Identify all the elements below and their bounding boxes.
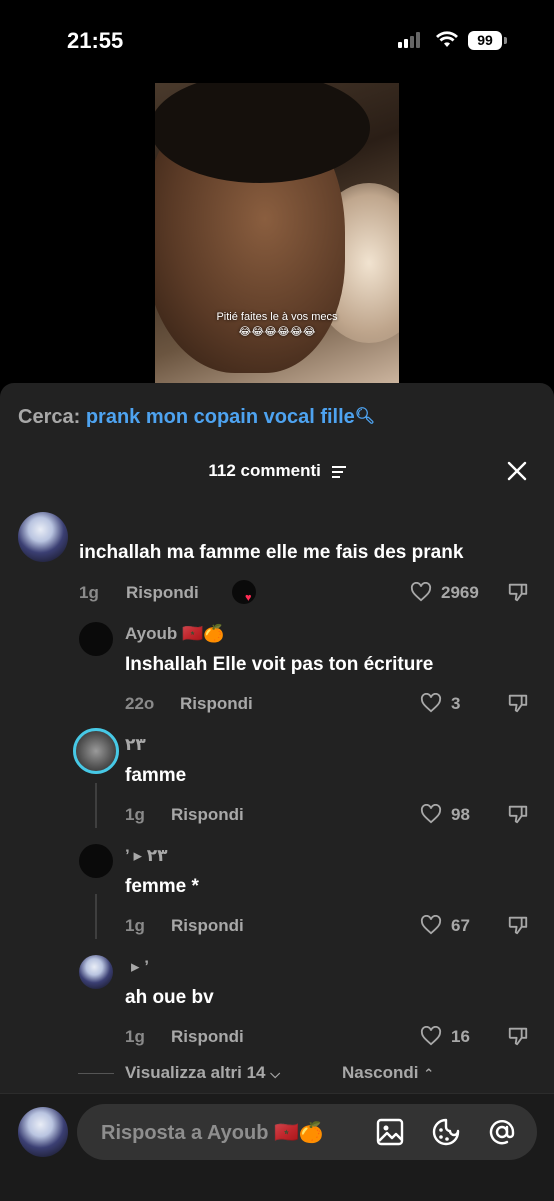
comment-age: 22o bbox=[125, 694, 155, 713]
close-icon[interactable] bbox=[505, 459, 529, 483]
dislike-icon[interactable] bbox=[507, 914, 529, 936]
reply-button[interactable]: Rispondi bbox=[126, 583, 199, 603]
like-count: 67 bbox=[451, 916, 470, 935]
view-more-replies-button[interactable]: Visualizza altri 14 ⌵ bbox=[125, 1063, 280, 1083]
search-icon: 🔍︎ bbox=[354, 408, 376, 425]
comment-text: ah oue bv bbox=[125, 987, 214, 1008]
comment-text: femme * bbox=[125, 876, 199, 897]
view-more-label: Visualizza altri 14 bbox=[125, 1063, 266, 1082]
comment-author[interactable]: ▸ ’ bbox=[131, 957, 149, 977]
heart-icon[interactable] bbox=[420, 693, 442, 713]
reply-input-placeholder: Risposta a Ayoub 🇲🇦🍊 bbox=[101, 1122, 324, 1144]
my-avatar[interactable] bbox=[18, 1107, 68, 1157]
reply-button[interactable]: Rispondi bbox=[180, 694, 253, 714]
wifi-icon bbox=[436, 31, 458, 47]
comment-text: famme bbox=[125, 765, 187, 786]
comment-author[interactable]: ’ ▸ ٢٣ bbox=[125, 846, 168, 866]
like-count: 2969 bbox=[441, 583, 479, 602]
video-person-hair bbox=[155, 83, 370, 183]
search-query[interactable]: prank mon copain vocal fille bbox=[86, 406, 355, 428]
reply-button[interactable]: Rispondi bbox=[171, 1027, 244, 1047]
sort-icon[interactable] bbox=[331, 463, 346, 481]
comments-count-text: 112 commenti bbox=[208, 461, 321, 480]
video-preview[interactable]: Pitié faites le à vos mecs 😂😂😂😂😂😂 bbox=[155, 83, 399, 386]
thread-line bbox=[95, 894, 97, 939]
comment-author[interactable]: Ayoub 🇲🇦🍊 bbox=[125, 624, 224, 644]
heart-icon[interactable] bbox=[420, 915, 442, 935]
search-suggestion[interactable]: Cerca: prank mon copain vocal fille🔍︎ bbox=[18, 406, 375, 429]
dislike-icon[interactable] bbox=[507, 581, 529, 603]
signal-icon bbox=[398, 32, 424, 48]
divider bbox=[78, 1073, 114, 1074]
heart-icon[interactable] bbox=[420, 1026, 442, 1046]
thread-line bbox=[95, 783, 97, 828]
comments-count[interactable]: 112 commenti bbox=[0, 461, 554, 481]
hide-replies-button[interactable]: Nascondi ⌃ bbox=[342, 1063, 434, 1083]
comment-age: 1g bbox=[125, 805, 145, 824]
comment-text: inchallah ma famme elle me fais des pran… bbox=[79, 542, 464, 563]
dislike-icon[interactable] bbox=[507, 1025, 529, 1047]
video-caption-emojis: 😂😂😂😂😂😂 bbox=[238, 326, 316, 338]
comment-age: 1g bbox=[79, 583, 99, 602]
search-label: Cerca: bbox=[18, 406, 81, 428]
avatar[interactable] bbox=[79, 844, 113, 878]
dislike-icon[interactable] bbox=[507, 692, 529, 714]
like-count: 98 bbox=[451, 805, 470, 824]
comment-age: 1g bbox=[125, 916, 145, 935]
like-count: 16 bbox=[451, 1027, 470, 1046]
heart-icon: ♥ bbox=[245, 592, 252, 604]
comment-age: 1g bbox=[125, 1027, 145, 1046]
avatar[interactable] bbox=[79, 955, 113, 989]
avatar[interactable] bbox=[79, 622, 113, 656]
avatar[interactable] bbox=[73, 728, 119, 774]
reply-button[interactable]: Rispondi bbox=[171, 916, 244, 936]
mention-icon[interactable] bbox=[487, 1117, 517, 1147]
hide-label: Nascondi bbox=[342, 1063, 419, 1082]
status-bar: 21:55 99 bbox=[0, 0, 554, 80]
video-caption-text: Pitié faites le à vos mecs bbox=[216, 311, 338, 323]
dislike-icon[interactable] bbox=[507, 803, 529, 825]
reply-button[interactable]: Rispondi bbox=[171, 805, 244, 825]
chevron-up-icon: ⌃ bbox=[423, 1066, 435, 1081]
heart-icon[interactable] bbox=[420, 804, 442, 824]
like-count: 3 bbox=[451, 694, 461, 713]
battery-icon: 99 bbox=[468, 31, 502, 50]
heart-icon[interactable] bbox=[410, 582, 432, 602]
status-time: 21:55 bbox=[67, 28, 124, 53]
comment-author[interactable]: ٢٣ bbox=[125, 735, 146, 755]
video-caption: Pitié faites le à vos mecs 😂😂😂😂😂😂 bbox=[155, 311, 399, 338]
battery-tip bbox=[504, 37, 507, 44]
avatar[interactable] bbox=[18, 512, 68, 562]
creator-liked-badge: ♥ bbox=[232, 580, 256, 604]
chevron-down-icon: ⌵ bbox=[270, 1066, 281, 1081]
image-icon[interactable] bbox=[375, 1117, 405, 1147]
sticker-icon[interactable] bbox=[431, 1117, 461, 1147]
comment-text: Inshallah Elle voit pas ton écriture bbox=[125, 654, 434, 675]
